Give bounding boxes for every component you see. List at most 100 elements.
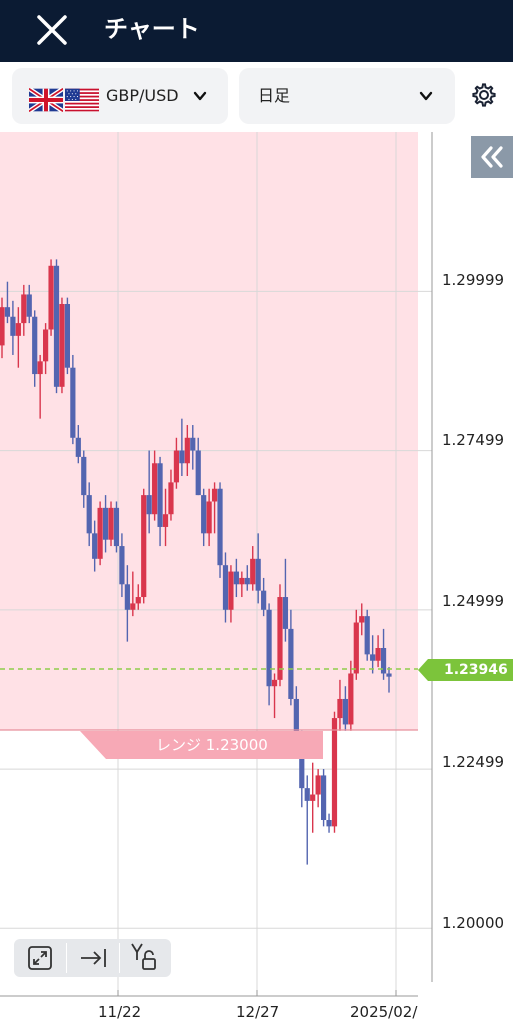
candle-body (102, 507, 109, 540)
price-axis-label: 1.29999 (442, 271, 505, 289)
candle-body (135, 597, 141, 604)
candlestick-chart[interactable] (0, 132, 513, 1024)
candle-body (21, 294, 27, 324)
candle-body (190, 437, 196, 451)
y-axis-lock-icon (131, 943, 156, 970)
candle-body (168, 482, 174, 515)
candle-body (10, 316, 16, 336)
candle-body (70, 367, 76, 438)
app-header: チャート (0, 0, 513, 62)
candle-body (331, 718, 338, 827)
candle-body (26, 294, 32, 317)
candle-body (359, 616, 365, 623)
y-axis-lock-button[interactable] (120, 939, 172, 977)
candle-body (15, 323, 21, 336)
uk-flag-icon (29, 88, 63, 112)
candle-body (282, 597, 289, 629)
arrow-right-bar-icon (81, 949, 106, 967)
candle-body (364, 616, 370, 655)
candle-body (277, 597, 283, 680)
candle-body (255, 558, 261, 591)
candle-body (119, 546, 125, 585)
page-title: チャート (104, 15, 200, 43)
date-axis-label: 12/27 (236, 1003, 280, 1021)
candle-body (108, 507, 114, 540)
candle-body (32, 316, 38, 375)
candle-body (201, 495, 207, 534)
candle-body (310, 794, 316, 801)
candle-body (244, 577, 250, 585)
candle-body (141, 495, 147, 598)
chevron-down-icon (193, 91, 207, 101)
close-icon (37, 15, 67, 45)
candle-body (337, 698, 343, 719)
range-label-text: レンジ 1.23000 (156, 736, 268, 754)
price-axis-label: 1.24999 (442, 592, 505, 610)
candle-body (179, 450, 185, 464)
gear-icon[interactable] (470, 81, 498, 109)
candle-body (222, 565, 229, 610)
candle-body (184, 437, 190, 464)
us-flag-icon (65, 88, 99, 112)
candle-body (53, 265, 60, 387)
candle-body (370, 654, 376, 661)
candle-body (239, 577, 245, 585)
candle-body (92, 533, 98, 559)
candle-body (326, 820, 332, 827)
collapse-panel-button[interactable] (471, 136, 513, 178)
candle-body (271, 679, 278, 687)
date-axis-label: 11/22 (98, 1003, 142, 1021)
candle-body (59, 304, 65, 387)
candle-body (162, 514, 169, 527)
candle-body (348, 673, 354, 725)
price-axis-label: 1.20000 (442, 914, 505, 932)
candle-body (124, 584, 130, 610)
timeframe-label: 日足 (258, 86, 291, 105)
candle-body (81, 456, 87, 496)
candle-body (250, 558, 256, 585)
candle-body (233, 571, 239, 585)
price-axis-label: 1.27499 (442, 431, 505, 449)
candle-body (320, 775, 327, 820)
candle-body (304, 788, 310, 801)
candle-body (86, 495, 92, 534)
candle-body (97, 507, 103, 559)
candle-body (48, 265, 54, 330)
candle-body (43, 329, 49, 362)
candle-body (64, 304, 71, 368)
close-button[interactable] (30, 8, 74, 52)
candle-body (37, 361, 43, 375)
candle-body (195, 450, 201, 496)
candle-body (266, 609, 272, 687)
price-axis-label: 1.22499 (442, 753, 505, 771)
timeframe-select[interactable]: 日足 (239, 68, 455, 124)
double-chevron-left-icon (481, 146, 503, 168)
candle-body (288, 628, 294, 699)
candle-body (4, 307, 11, 317)
candle-body (217, 488, 223, 566)
candle-body (152, 463, 158, 515)
candle-body (130, 603, 136, 610)
candle-body (75, 437, 81, 457)
candle-body (146, 495, 152, 515)
date-axis-label: 2025/02/ (350, 1003, 418, 1021)
chart-toolbar: GBP/USD 日足 (0, 62, 513, 132)
candle-body (113, 507, 120, 547)
candle-body (261, 590, 267, 610)
currency-pair-select[interactable]: GBP/USD (12, 68, 228, 124)
current-price-value: 1.23946 (444, 662, 508, 678)
chevron-down-icon (419, 91, 433, 101)
candle-body (375, 648, 381, 661)
candle-body (206, 501, 212, 534)
chart-tools (14, 939, 171, 977)
fullscreen-button[interactable] (14, 939, 66, 977)
chart-area[interactable] (0, 132, 513, 1024)
candle-body (353, 622, 359, 674)
currency-pair-label: GBP/USD (106, 86, 179, 105)
expand-icon (28, 946, 52, 970)
jump-to-latest-button[interactable] (67, 939, 119, 977)
candle-body (315, 775, 321, 795)
candle-body (342, 698, 348, 725)
candle-body (386, 673, 392, 677)
candle-body (157, 463, 163, 527)
